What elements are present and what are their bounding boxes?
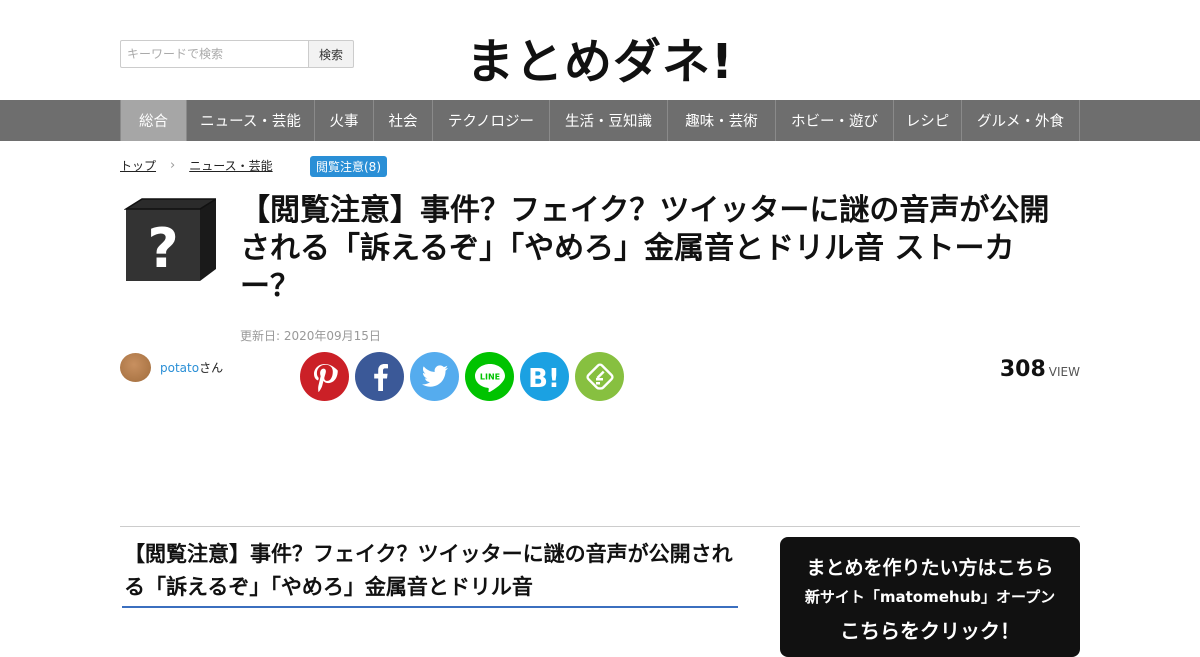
- breadcrumb-home[interactable]: トップ: [120, 157, 156, 174]
- author-suffix: さん: [199, 361, 224, 375]
- view-count: 308: [999, 357, 1046, 382]
- facebook-share-button[interactable]: [355, 352, 404, 401]
- feedly-icon: [585, 362, 614, 390]
- author-link[interactable]: potato: [160, 361, 199, 375]
- svg-text:?: ?: [147, 217, 178, 280]
- article-title: 【閲覧注意】事件？フェイク？ツイッターに謎の音声が公開される「訴えるぞ」「やめろ…: [240, 193, 1050, 304]
- author-name: potatoさん: [160, 359, 223, 376]
- line-icon: LINE: [474, 363, 505, 392]
- promo-subheadline: 新サイト「matomehub」オープン: [804, 588, 1056, 606]
- view-counter: 308 VIEW: [1000, 357, 1080, 382]
- svg-text:LINE: LINE: [479, 372, 499, 381]
- site-header: 検索 まとめダネ!: [0, 0, 1200, 100]
- hatena-bookmark-icon: B!: [528, 364, 560, 391]
- category-tag[interactable]: 閲覧注意(8): [310, 156, 387, 177]
- view-label: VIEW: [1048, 365, 1080, 379]
- share-buttons: LINE B!: [300, 352, 630, 401]
- mystery-box-image: ?: [124, 198, 216, 281]
- nav-item-hobby[interactable]: ホビー・遊び: [776, 100, 894, 141]
- nav-item-news[interactable]: ニュース・芸能: [187, 100, 315, 141]
- avatar[interactable]: [120, 353, 151, 382]
- breadcrumb-category[interactable]: ニュース・芸能: [189, 157, 272, 174]
- nav-item-gourmet[interactable]: グルメ・外食: [962, 100, 1080, 141]
- nav-item-fire[interactable]: 火事: [315, 100, 374, 141]
- divider: [120, 526, 1080, 527]
- nav-item-recipe[interactable]: レシピ: [894, 100, 962, 141]
- promo-headline: まとめを作りたい方はこちら: [806, 557, 1054, 579]
- promo-banner[interactable]: まとめを作りたい方はこちら 新サイト「matomehub」オープン こちらをクリ…: [780, 537, 1080, 657]
- facebook-icon: [373, 363, 388, 391]
- twitter-icon: [421, 364, 448, 387]
- breadcrumb: トップ › ニュース・芸能: [120, 157, 273, 174]
- nav-item-society[interactable]: 社会: [374, 100, 433, 141]
- chevron-right-icon: ›: [170, 158, 176, 173]
- category-nav: 総合 ニュース・芸能 火事 社会 テクノロジー 生活・豆知識 趣味・芸術 ホビー…: [0, 100, 1200, 141]
- author: potatoさん: [120, 353, 223, 382]
- nav-item-general[interactable]: 総合: [120, 100, 187, 141]
- nav-item-life[interactable]: 生活・豆知識: [550, 100, 668, 141]
- svg-text:B!: B!: [528, 364, 560, 391]
- site-logo[interactable]: まとめダネ!: [0, 22, 1200, 92]
- nav-item-arts[interactable]: 趣味・芸術: [668, 100, 776, 141]
- pinterest-share-button[interactable]: [300, 352, 349, 401]
- line-share-button[interactable]: LINE: [465, 352, 514, 401]
- feedly-share-button[interactable]: [575, 352, 624, 401]
- pinterest-icon: [313, 363, 338, 392]
- hatena-bookmark-share-button[interactable]: B!: [520, 352, 569, 401]
- updated-date: 更新日: 2020年09月15日: [240, 329, 381, 343]
- section-heading: 【閲覧注意】事件？フェイク？ツイッターに謎の音声が公開される「訴えるぞ」「やめろ…: [122, 538, 738, 608]
- twitter-share-button[interactable]: [410, 352, 459, 401]
- nav-item-technology[interactable]: テクノロジー: [433, 100, 550, 141]
